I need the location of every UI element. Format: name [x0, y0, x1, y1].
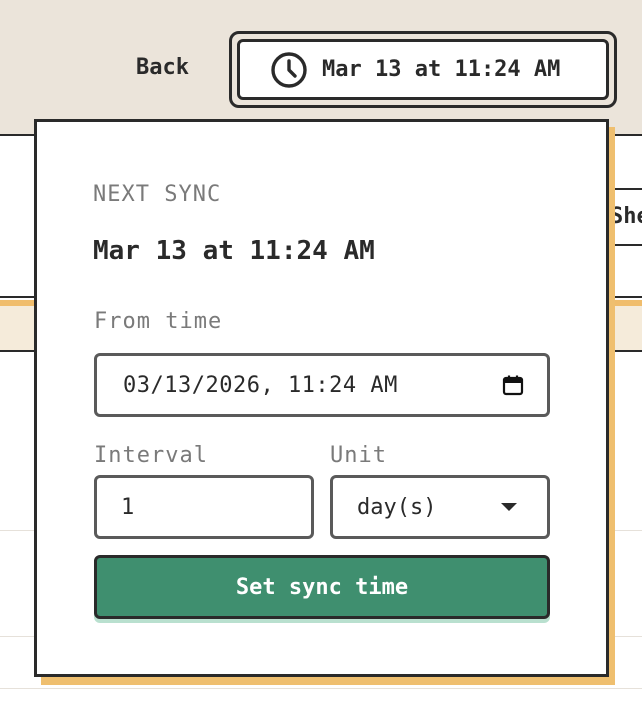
- set-sync-time-button[interactable]: Set sync time: [94, 555, 550, 619]
- interval-input[interactable]: 1: [94, 475, 314, 539]
- sync-button-focus-ring: Mar 13 at 11:24 AM: [229, 31, 617, 108]
- calendar-icon[interactable]: [501, 373, 525, 397]
- app-stage: Back Mar 13 at 11:24 AM She NEXT SYNC Ma…: [0, 0, 642, 718]
- from-time-value: 03/13/2026, 11:24 AM: [123, 372, 398, 398]
- unit-label: Unit: [330, 443, 387, 468]
- unit-value: day(s): [357, 494, 437, 520]
- next-sync-time: Mar 13 at 11:24 AM: [93, 236, 375, 266]
- from-time-input[interactable]: 03/13/2026, 11:24 AM: [94, 353, 550, 417]
- sync-time-button[interactable]: Mar 13 at 11:24 AM: [237, 39, 609, 100]
- back-button[interactable]: Back: [136, 55, 189, 80]
- clock-icon: [271, 51, 307, 88]
- top-bar: Back Mar 13 at 11:24 AM: [0, 0, 642, 136]
- background-row-divider: [0, 688, 642, 689]
- interval-value: 1: [121, 494, 135, 520]
- next-sync-eyebrow: NEXT SYNC: [93, 182, 222, 207]
- from-time-label: From time: [94, 309, 223, 334]
- sync-button-label: Mar 13 at 11:24 AM: [322, 57, 561, 82]
- interval-label: Interval: [94, 443, 208, 468]
- unit-select[interactable]: day(s): [330, 475, 550, 539]
- chevron-down-icon: [501, 503, 517, 511]
- sync-time-popover: NEXT SYNC Mar 13 at 11:24 AM From time 0…: [34, 119, 609, 677]
